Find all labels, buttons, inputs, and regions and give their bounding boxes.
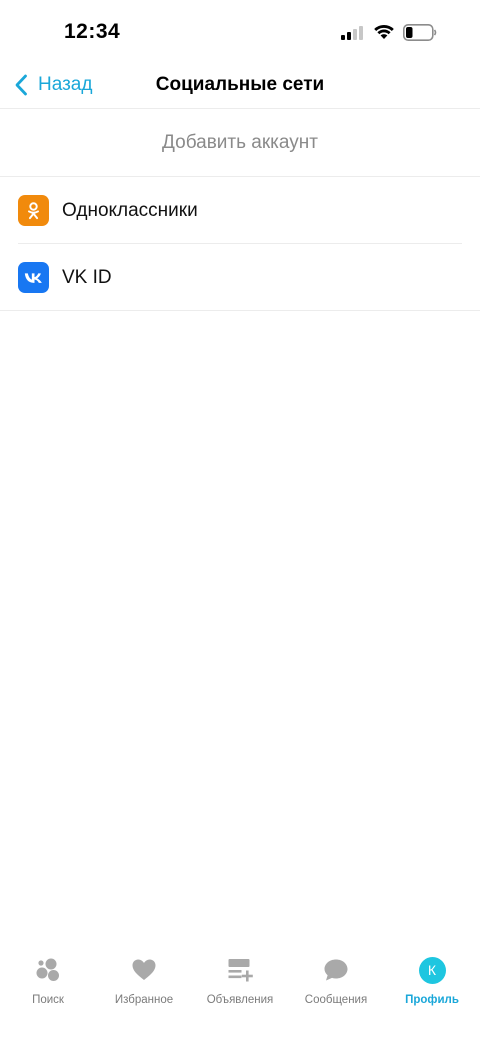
- tab-label: Избранное: [114, 994, 174, 1006]
- divider: [0, 310, 480, 311]
- tab-listings[interactable]: Объявления: [192, 940, 288, 1041]
- tab-profile[interactable]: К Профиль: [384, 940, 480, 1041]
- battery-icon: [403, 24, 437, 41]
- status-bar: 12:34: [0, 0, 480, 64]
- tab-messages[interactable]: Сообщения: [288, 940, 384, 1041]
- tab-label: Поиск: [32, 994, 64, 1006]
- vk-icon: [18, 262, 49, 293]
- tab-label: Профиль: [405, 994, 459, 1006]
- page-title: Социальные сети: [155, 74, 325, 95]
- cellular-signal-icon: [341, 26, 365, 40]
- avatar: К: [418, 956, 446, 984]
- add-account-label: Добавить аккаунт: [162, 132, 318, 153]
- navigation-bar: Назад Социальные сети: [0, 64, 480, 109]
- add-account-button[interactable]: Добавить аккаунт: [0, 110, 480, 177]
- social-item-odnoklassniki[interactable]: Одноклассники: [0, 177, 480, 244]
- social-item-vk-id[interactable]: VK ID: [0, 244, 480, 311]
- social-item-label: VK ID: [62, 266, 112, 288]
- tab-label: Объявления: [206, 994, 274, 1006]
- social-item-label: Одноклассники: [62, 199, 198, 221]
- profile-avatar-icon: К: [418, 956, 446, 984]
- social-accounts-list: Одноклассники VK ID: [0, 177, 480, 311]
- status-time: 12:34: [64, 20, 121, 43]
- tab-favorites[interactable]: Избранное: [96, 940, 192, 1041]
- odnoklassniki-icon: [18, 195, 49, 226]
- heart-icon: [130, 956, 158, 984]
- search-bubbles-icon: [34, 956, 62, 984]
- tab-search[interactable]: Поиск: [0, 940, 96, 1041]
- tab-bar: Поиск Избранное Объявления Сообщения К П…: [0, 940, 480, 1041]
- add-list-icon: [226, 956, 254, 984]
- tab-label: Сообщения: [304, 994, 368, 1006]
- wifi-icon: [372, 22, 396, 40]
- chat-bubble-icon: [322, 956, 350, 984]
